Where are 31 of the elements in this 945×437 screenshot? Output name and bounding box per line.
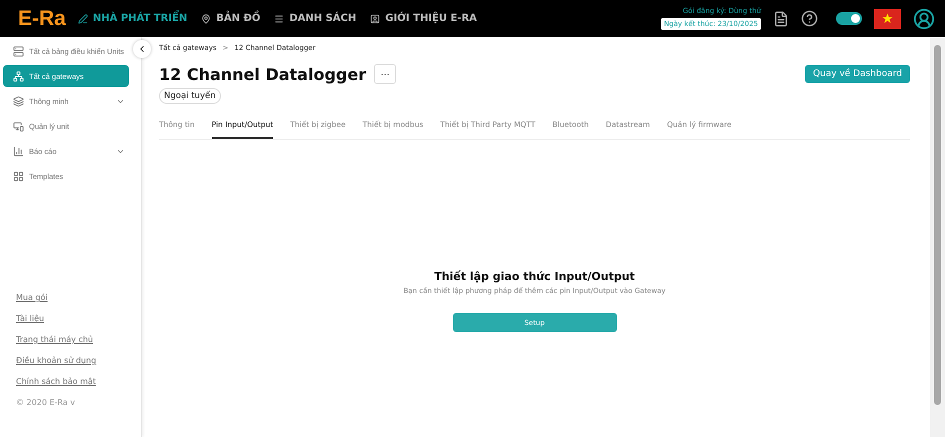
bar-chart-icon: [13, 146, 24, 156]
flag-icon[interactable]: [874, 8, 901, 28]
status-badge: Ngoại tuyến: [159, 88, 221, 104]
grid-icon: [13, 170, 24, 182]
back-to-dashboard-button[interactable]: Quay về Dashboard: [804, 65, 910, 83]
nav-link[interactable]: DANH SÁCH: [274, 13, 356, 24]
nav-link[interactable]: GIỚI THIỆU E-RA: [370, 13, 477, 24]
server-icon: [13, 46, 24, 56]
logo[interactable]: E-Ra: [18, 6, 66, 30]
more-button[interactable]: ···: [374, 64, 396, 84]
network-icon: [13, 70, 24, 82]
layers-icon: [13, 96, 24, 106]
avatar-icon[interactable]: [913, 8, 935, 30]
nav-link[interactable]: BẢN ĐỒ: [201, 13, 260, 24]
id-card-icon: [370, 14, 380, 24]
empty-state-heading: Thiết lập giao thức Input/Output: [434, 270, 635, 283]
theme-toggle[interactable]: [836, 12, 862, 25]
footer-link[interactable]: Chính sách bảo mật: [16, 377, 141, 386]
footer-link[interactable]: Trạng thái máy chủ: [16, 335, 141, 344]
help-icon[interactable]: [801, 10, 818, 27]
scrollbar[interactable]: [930, 37, 945, 437]
footer-link[interactable]: Tài liệu: [16, 314, 141, 323]
document-icon[interactable]: [773, 10, 789, 26]
page-title: 12 Channel Datalogger: [159, 64, 366, 84]
footer-link[interactable]: Mua gói: [16, 293, 141, 302]
devices-icon: [13, 120, 24, 132]
map-pin-icon: [201, 14, 212, 24]
pen-icon: [78, 14, 88, 24]
list-icon: [274, 14, 284, 24]
footer-link[interactable]: Điều khoản sử dụng: [16, 356, 141, 365]
copyright-text: © 2020 E-Ra v: [16, 398, 76, 407]
